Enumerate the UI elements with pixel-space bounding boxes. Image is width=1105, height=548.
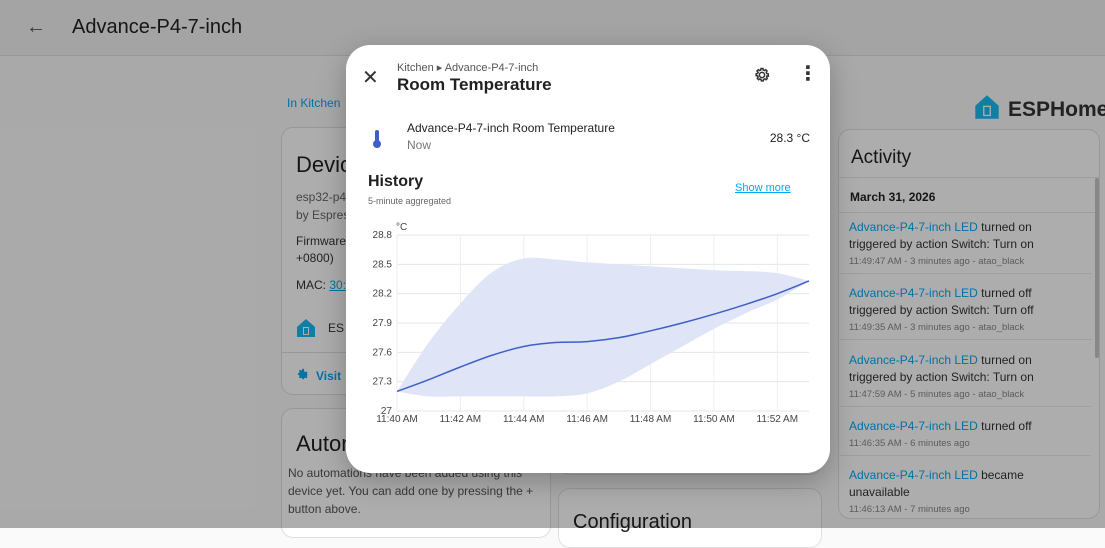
history-subtitle: 5-minute aggregated [368,196,452,206]
x-tick-label: 11:40 AM [376,414,418,425]
more-options-icon[interactable]: ⋮ [798,64,818,84]
y-tick-label: 28.5 [373,259,393,270]
y-tick-label: 27.9 [373,318,393,329]
dialog-title: Room Temperature [397,75,552,94]
min-max-band [397,257,809,397]
x-tick-labels: 11:40 AM 11:42 AM 11:44 AM 11:46 AM 11:48 AM… [376,414,798,425]
x-tick-label: 11:48 AM [630,414,672,425]
settings-gear-icon[interactable] [753,66,771,89]
x-tick-label: 11:46 AM [566,414,608,425]
more-info-dialog: ✕ Kitchen ▸ Advance-P4-7-inch Room Tempe… [346,45,830,473]
x-tick-label: 11:52 AM [757,414,799,425]
dialog-breadcrumb[interactable]: Kitchen ▸ Advance-P4-7-inch [397,61,538,74]
y-tick-label: 28.8 [373,230,393,241]
history-title: History [368,173,424,190]
y-tick-label: 27.3 [373,377,393,388]
close-icon[interactable]: ✕ [362,65,379,90]
x-tick-label: 11:50 AM [693,414,735,425]
entity-last-changed: Now [407,138,432,152]
entity-name: Advance-P4-7-inch Room Temperature [407,121,615,135]
history-chart[interactable]: °C 28.828.528.227.927.627.327 11:40 AM 11… [346,215,830,455]
y-tick-labels: 28.828.528.227.927.627.327 [373,230,393,417]
x-tick-label: 11:44 AM [503,414,545,425]
y-tick-label: 28.2 [373,289,393,300]
y-axis-unit: °C [396,222,407,233]
x-tick-label: 11:42 AM [440,414,482,425]
y-tick-label: 27.6 [373,347,393,358]
entity-value: 28.3 °C [769,131,810,145]
show-more-link[interactable]: Show more [735,182,791,194]
entity-state-row[interactable]: Advance-P4-7-inch Room Temperature Now 2… [366,121,810,155]
thermometer-icon [372,129,382,154]
